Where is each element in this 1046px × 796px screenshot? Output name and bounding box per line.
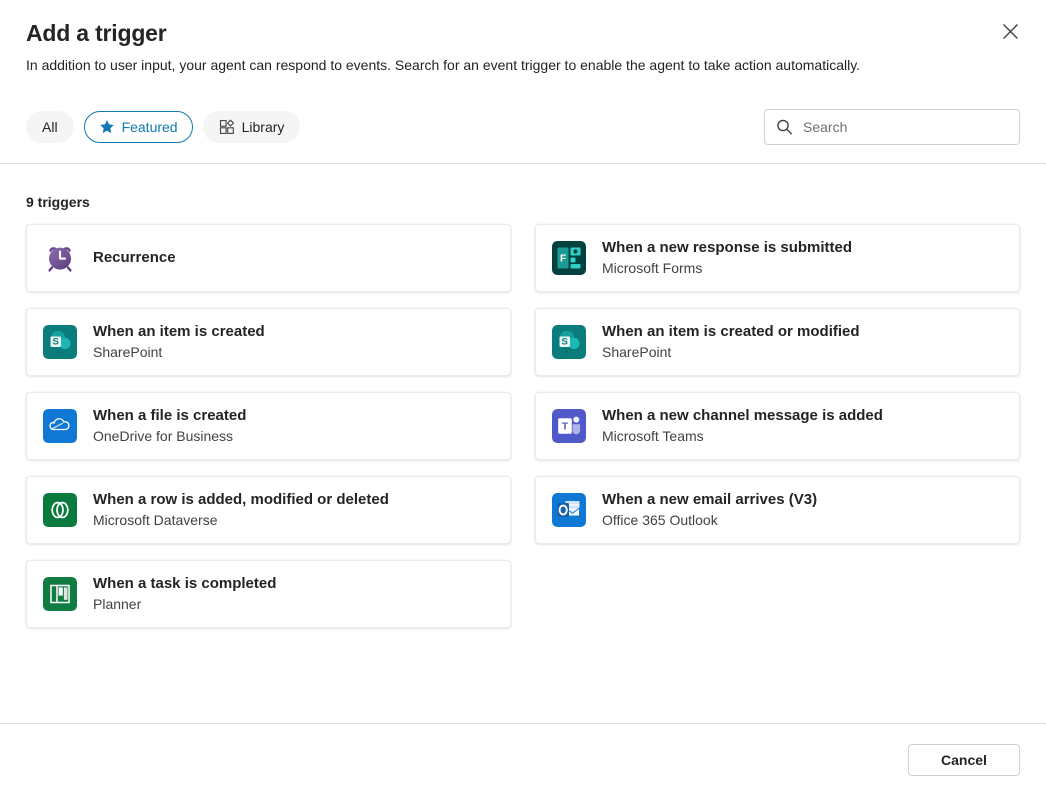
trigger-subtitle: Microsoft Forms [602, 259, 852, 278]
filter-chip-all-label: All [42, 119, 58, 135]
filter-chip-library-label: Library [242, 119, 285, 135]
trigger-card-text: When a task is completed Planner [93, 574, 276, 614]
trigger-subtitle: Planner [93, 595, 276, 614]
results-panel: 9 triggers [0, 164, 1046, 723]
svg-text:S: S [562, 337, 568, 348]
trigger-title: When a new email arrives (V3) [602, 490, 817, 510]
microsoft-teams-icon: T [552, 409, 586, 443]
trigger-card-text: When a row is added, modified or deleted… [93, 490, 389, 530]
dialog-subtitle: In addition to user input, your agent ca… [26, 55, 931, 76]
trigger-title: Recurrence [93, 248, 176, 268]
svg-text:F: F [560, 254, 566, 265]
trigger-card-outlook[interactable]: When a new email arrives (V3) Office 365… [535, 476, 1020, 544]
library-icon [219, 119, 235, 135]
filter-chip-group: All Featured [26, 111, 300, 143]
trigger-subtitle: SharePoint [602, 343, 860, 362]
trigger-card-sharepoint-created-modified[interactable]: S When an item is created or modified Sh… [535, 308, 1020, 376]
trigger-grid: Recurrence F When a [26, 224, 1020, 628]
trigger-card-recurrence[interactable]: Recurrence [26, 224, 511, 292]
dialog-footer: Cancel [0, 724, 1046, 796]
trigger-title: When a file is created [93, 406, 246, 426]
onedrive-icon [43, 409, 77, 443]
sharepoint-icon: S [552, 325, 586, 359]
filter-chip-featured[interactable]: Featured [84, 111, 193, 143]
close-icon [1003, 24, 1018, 39]
svg-text:S: S [53, 337, 59, 348]
filter-bar: All Featured [0, 109, 1046, 163]
trigger-card-teams[interactable]: T When a new channel message is added Mi… [535, 392, 1020, 460]
trigger-subtitle: OneDrive for Business [93, 427, 246, 446]
microsoft-dataverse-icon [43, 493, 77, 527]
filter-chip-library[interactable]: Library [203, 111, 301, 143]
close-button[interactable] [993, 14, 1027, 48]
trigger-title: When a new channel message is added [602, 406, 883, 426]
trigger-title: When a row is added, modified or deleted [93, 490, 389, 510]
trigger-card-text: When an item is created or modified Shar… [602, 322, 860, 362]
trigger-subtitle: Office 365 Outlook [602, 511, 817, 530]
dialog-header: Add a trigger In addition to user input,… [0, 0, 1046, 76]
trigger-title: When an item is created [93, 322, 265, 342]
cancel-button[interactable]: Cancel [908, 744, 1020, 776]
star-icon [99, 119, 115, 135]
trigger-card-planner[interactable]: When a task is completed Planner [26, 560, 511, 628]
outlook-icon [552, 493, 586, 527]
dialog-title: Add a trigger [26, 18, 1020, 48]
microsoft-forms-icon: F [552, 241, 586, 275]
trigger-subtitle: SharePoint [93, 343, 265, 362]
add-trigger-dialog: Add a trigger In addition to user input,… [0, 0, 1046, 796]
sharepoint-icon: S [43, 325, 77, 359]
trigger-card-forms[interactable]: F When a new response is submitted Micro… [535, 224, 1020, 292]
trigger-card-text: When an item is created SharePoint [93, 322, 265, 362]
results-count: 9 triggers [26, 194, 1020, 210]
trigger-title: When a new response is submitted [602, 238, 852, 258]
trigger-title: When a task is completed [93, 574, 276, 594]
recurrence-clock-icon [43, 241, 77, 275]
trigger-card-text: When a file is created OneDrive for Busi… [93, 406, 246, 446]
svg-text:T: T [562, 420, 569, 432]
trigger-subtitle: Microsoft Dataverse [93, 511, 389, 530]
trigger-subtitle: Microsoft Teams [602, 427, 883, 446]
trigger-card-text: When a new email arrives (V3) Office 365… [602, 490, 817, 530]
trigger-card-onedrive[interactable]: When a file is created OneDrive for Busi… [26, 392, 511, 460]
filter-chip-all[interactable]: All [26, 111, 74, 143]
filter-chip-featured-label: Featured [122, 119, 178, 135]
trigger-title: When an item is created or modified [602, 322, 860, 342]
trigger-card-text: When a new channel message is added Micr… [602, 406, 883, 446]
search-input[interactable] [764, 109, 1020, 145]
trigger-card-text: Recurrence [93, 248, 176, 268]
trigger-card-text: When a new response is submitted Microso… [602, 238, 852, 278]
trigger-card-dataverse[interactable]: When a row is added, modified or deleted… [26, 476, 511, 544]
search-field [764, 109, 1020, 145]
trigger-card-sharepoint-created[interactable]: S When an item is created SharePoint [26, 308, 511, 376]
planner-icon [43, 577, 77, 611]
